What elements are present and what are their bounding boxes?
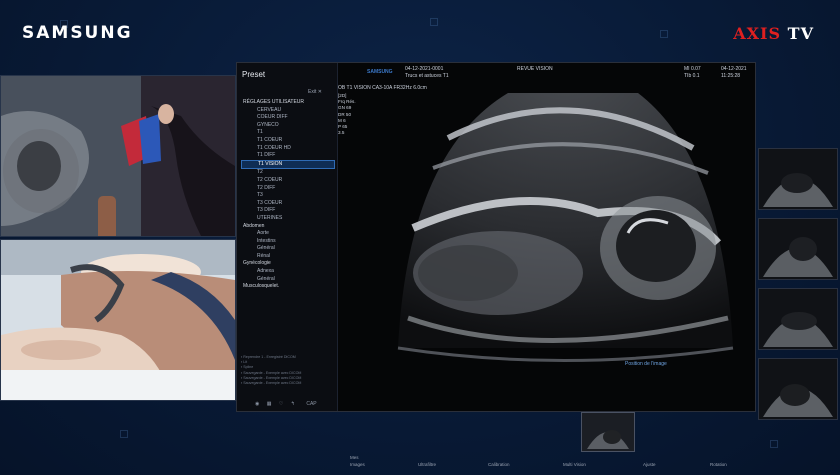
preset-group[interactable]: Gynécologie: [241, 260, 335, 268]
arrow-icon[interactable]: ↰: [291, 401, 295, 407]
toolbar-item[interactable]: Images: [350, 462, 365, 467]
tv-logo-text: TV: [787, 24, 814, 43]
heart-icon[interactable]: ♡: [279, 401, 283, 407]
toolbar-item[interactable]: Multi Vision: [563, 462, 586, 467]
grid-icon[interactable]: ▦: [267, 401, 272, 407]
thumbnail-4-image: [763, 384, 833, 417]
thumbnail-1[interactable]: [758, 148, 838, 210]
preset-item[interactable]: T2: [241, 169, 335, 177]
preset-group[interactable]: Musculosquelet.: [241, 283, 335, 291]
preset-item[interactable]: Rénal: [241, 253, 335, 261]
axis-tv-logo: AXIS TV: [733, 24, 814, 43]
camera-feed-bottom: [0, 239, 236, 401]
preset-item[interactable]: T1 COEUR: [241, 137, 335, 145]
toolbar-item[interactable]: Mes: [350, 455, 359, 460]
history-item[interactable]: ▪ Sauvegarde - Exemple avec DICOM: [241, 381, 301, 386]
samsung-logo: SAMSUNG: [22, 23, 133, 43]
history-item[interactable]: ▪ Reprendre 1 - Enregistré DICOM: [241, 355, 301, 360]
preset-group[interactable]: Abdomen: [241, 223, 335, 231]
preset-item[interactable]: COEUR DIFF: [241, 114, 335, 122]
toolbar-item[interactable]: Ultrafiltre: [418, 462, 436, 467]
preset-item[interactable]: T3 DIFF: [241, 207, 335, 215]
thumbnail-2[interactable]: [758, 218, 838, 280]
axis-logo-text: AXIS: [733, 24, 782, 43]
preset-item[interactable]: Général: [241, 245, 335, 253]
thumbnail-3[interactable]: [758, 288, 838, 350]
cap-label[interactable]: CAP: [306, 401, 316, 407]
preset-item[interactable]: Intestins: [241, 238, 335, 246]
preset-item[interactable]: Général: [241, 276, 335, 284]
preset-item[interactable]: UTERINES: [241, 215, 335, 223]
camera-feed-top: [0, 75, 236, 237]
thumbnail-strip: [758, 143, 840, 428]
preset-item[interactable]: T3: [241, 192, 335, 200]
deco-square: [660, 30, 668, 38]
image-position-label: Position de l'image: [625, 361, 667, 367]
preset-group[interactable]: RÉGLAGES UTILISATEUR: [241, 99, 335, 107]
thumbnail-preview[interactable]: [581, 412, 635, 452]
preset-item[interactable]: T1 VISION: [241, 159, 335, 170]
thumbnail-1-image: [763, 173, 833, 207]
deco-square: [430, 18, 438, 26]
preset-item[interactable]: T1 DIFF: [241, 152, 335, 160]
preset-history: ▪ Reprendre 1 - Enregistré DICOM ▪ Lit ▪…: [241, 355, 301, 386]
thumbnail-image: [587, 430, 629, 449]
preset-item[interactable]: GYNECO: [241, 122, 335, 130]
preset-item[interactable]: Aorte: [241, 230, 335, 238]
circle-icon[interactable]: ◉: [255, 401, 259, 407]
camera-feed-bottom-image: [1, 240, 235, 400]
preset-footer: ◉ ▦ ♡ ↰ CAP: [255, 401, 317, 407]
exit-button[interactable]: Exit ✕: [308, 89, 322, 95]
toolbar-item[interactable]: Calibration: [488, 462, 510, 467]
preset-item[interactable]: T3 COEUR: [241, 200, 335, 208]
deco-square: [120, 430, 128, 438]
preset-item[interactable]: T2 DIFF: [241, 185, 335, 193]
thumbnail-2-image: [763, 237, 833, 277]
ultrasound-image: [397, 93, 734, 362]
camera-feed-top-image: [1, 76, 235, 236]
preset-panel: Preset Exit ✕ RÉGLAGES UTILISATEUR CERVEA…: [237, 63, 338, 411]
preset-item[interactable]: T1: [241, 129, 335, 137]
preset-item[interactable]: Adnexa: [241, 268, 335, 276]
deco-square: [770, 440, 778, 448]
preset-title: Preset: [242, 70, 266, 79]
preset-list: RÉGLAGES UTILISATEUR CERVEAU COEUR DIFF GYN…: [241, 99, 335, 291]
thumbnail-4[interactable]: [758, 358, 838, 420]
preset-item[interactable]: T2 COEUR: [241, 177, 335, 185]
toolbar-item[interactable]: Rotation: [710, 462, 727, 467]
preset-item[interactable]: T1 COEUR HD: [241, 145, 335, 153]
toolbar-item[interactable]: Ajuste: [643, 462, 656, 467]
ultrasound-screen: Preset Exit ✕ RÉGLAGES UTILISATEUR CERVEA…: [236, 62, 838, 467]
preset-item[interactable]: CERVEAU: [241, 107, 335, 115]
thumbnail-3-image: [763, 312, 833, 347]
